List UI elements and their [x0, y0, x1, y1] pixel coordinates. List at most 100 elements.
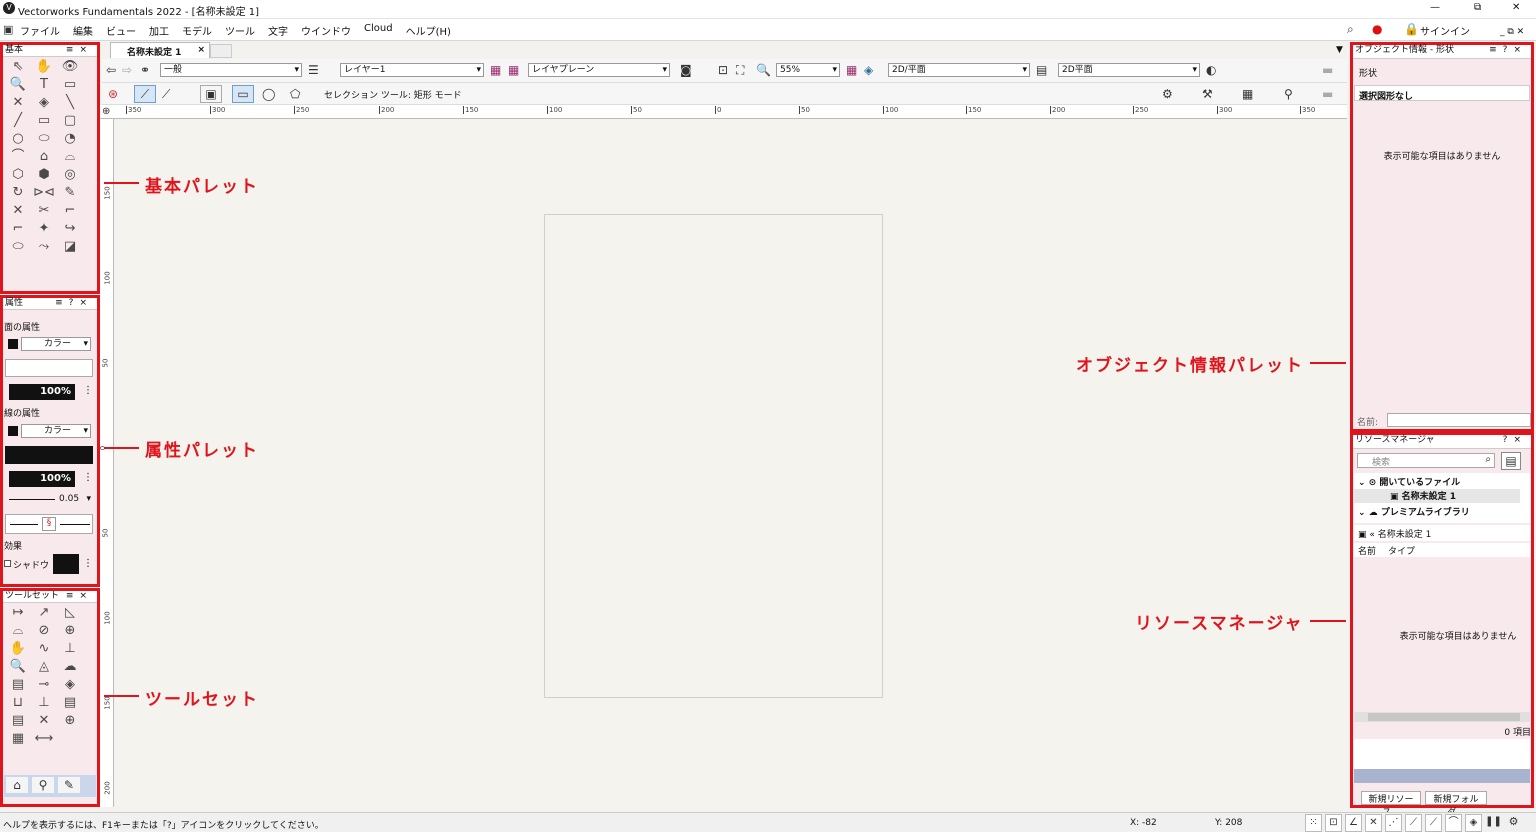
basic-tool-28-icon[interactable]: ✦	[31, 220, 57, 238]
collapse-bar-icon[interactable]: ▬	[1322, 62, 1333, 78]
settings-icon[interactable]: ⚙	[1162, 86, 1173, 102]
toolset-tool-5-icon[interactable]: ⊕	[57, 622, 83, 640]
menu-help[interactable]: ヘルプ(H)	[406, 23, 451, 38]
menu-file[interactable]: ファイル	[20, 23, 60, 38]
toolset-tool-10-icon[interactable]: ◬	[31, 658, 57, 676]
basic-tool-5-icon[interactable]: ▭	[57, 76, 83, 94]
basic-tool-20-icon[interactable]: ◎	[57, 166, 83, 184]
menu-text[interactable]: 文字	[268, 23, 288, 38]
basic-tool-2-icon[interactable]: 👁	[57, 58, 83, 76]
toolset-tool-19-icon[interactable]: ✕	[31, 712, 57, 730]
fill-opacity[interactable]: 100%	[9, 384, 75, 400]
zoom-icon[interactable]: 🔍	[756, 62, 771, 78]
fill-type-dropdown[interactable]: カラー	[21, 337, 91, 351]
shadow-checkbox[interactable]	[4, 560, 11, 567]
basic-tool-9-icon[interactable]: ╱	[5, 112, 31, 130]
toolset-tool-15-icon[interactable]: ⊔	[5, 694, 31, 712]
shape-tab[interactable]: 形状	[1359, 66, 1377, 79]
basic-tool-23-icon[interactable]: ✎	[57, 184, 83, 202]
snap-smart-icon[interactable]: ⋰	[1385, 814, 1402, 832]
palette-menu-icon[interactable]: ≡?×	[1489, 45, 1527, 56]
mode-icon-2[interactable]: ⟋	[162, 86, 170, 102]
palette-menu-icon[interactable]: ≡?×	[55, 298, 93, 309]
palette-menu-icon[interactable]: ≡×	[66, 45, 93, 56]
toolset-tool-2-icon[interactable]: ◺	[57, 604, 83, 622]
palette-menu-icon[interactable]: ≡×	[66, 591, 93, 602]
menu-modify[interactable]: 加工	[149, 23, 169, 38]
class-options-icon[interactable]: ▦	[508, 62, 519, 78]
drawing-canvas[interactable]	[115, 120, 1347, 807]
toolset-tool-1-icon[interactable]: ↗	[31, 604, 57, 622]
basic-tool-32-icon[interactable]: ◪	[57, 238, 83, 256]
shadow-color[interactable]	[53, 554, 79, 574]
snap-object-icon[interactable]: ⊡	[1325, 814, 1342, 832]
restore-button[interactable]: ⧉	[1474, 2, 1481, 13]
basic-tool-18-icon[interactable]: ⬡	[5, 166, 31, 184]
back-icon[interactable]: ⇦	[106, 62, 116, 78]
basic-tool-3-icon[interactable]: 🔍	[5, 76, 31, 94]
grid-options-icon[interactable]: ▦	[1242, 86, 1253, 102]
basic-tool-16-icon[interactable]: ⌂	[31, 148, 57, 166]
collapse-mode-icon[interactable]: ▬	[1322, 86, 1333, 102]
basic-tool-26-icon[interactable]: ⌐	[57, 202, 83, 220]
toolset-tool-21-icon[interactable]: ▦	[5, 730, 31, 748]
resource-search[interactable]: 検索 ⌕	[1357, 453, 1495, 468]
search-icon[interactable]: ⌕	[1485, 454, 1491, 465]
pen-type-dropdown[interactable]: カラー	[21, 424, 91, 438]
basic-tool-25-icon[interactable]: ✂	[31, 202, 57, 220]
toolset-tool-3-icon[interactable]: ⌓	[5, 622, 31, 640]
render-dropdown[interactable]: 2D平面	[1058, 63, 1200, 77]
snap-edge-icon[interactable]: ⟋	[1425, 814, 1442, 832]
fill-swatch[interactable]	[8, 339, 18, 349]
forward-icon[interactable]: ⇨	[122, 62, 132, 78]
new-resource-button[interactable]: 新規リソース...	[1361, 791, 1421, 818]
pick-icon[interactable]: ⚲	[1284, 86, 1293, 102]
line-weight-field[interactable]: 0.05 ▾	[5, 493, 93, 507]
menu-cloud[interactable]: Cloud	[364, 23, 393, 38]
snap-icon[interactable]: ⊛	[108, 86, 118, 102]
tab-overflow-icon[interactable]: ▼	[1336, 45, 1343, 55]
menu-view[interactable]: ビュー	[106, 23, 136, 38]
arrowhead-field[interactable]: §	[5, 514, 93, 534]
basic-tool-7-icon[interactable]: ◈	[31, 94, 57, 112]
basic-tool-14-icon[interactable]: ◔	[57, 130, 83, 148]
horizontal-scrollbar[interactable]	[1354, 712, 1530, 722]
basic-tool-30-icon[interactable]: ⬭	[5, 238, 31, 256]
signin-link[interactable]: サインイン	[1420, 23, 1470, 38]
view-icon[interactable]: ▦	[846, 62, 857, 78]
new-folder-button[interactable]: 新規フォルダ...	[1425, 791, 1487, 818]
mode-icon-3[interactable]: ▣	[200, 85, 222, 103]
basic-tool-4-icon[interactable]: T	[31, 76, 57, 94]
toolset-tool-12-icon[interactable]: ▤	[5, 676, 31, 694]
render-mode-icon[interactable]: ◙	[680, 62, 692, 78]
chevron-down-icon[interactable]: ▾	[86, 494, 91, 504]
toolset-tab-building-icon[interactable]: ⌂	[6, 777, 28, 793]
new-tab-button[interactable]	[210, 44, 232, 58]
basic-tool-19-icon[interactable]: ⬢	[31, 166, 57, 184]
view-toggle-icon[interactable]: ▤	[1501, 452, 1521, 470]
tree-item-document[interactable]: ▣ 名称未設定 1	[1354, 489, 1520, 503]
snap-distance-icon[interactable]: ⟋	[1405, 814, 1422, 832]
basic-tool-27-icon[interactable]: ⌐	[5, 220, 31, 238]
col-type[interactable]: タイプ	[1388, 544, 1415, 557]
menu-edit[interactable]: 編集	[73, 23, 93, 38]
projection-icon[interactable]: ◈	[864, 62, 873, 78]
notification-icon[interactable]: ●	[1372, 21, 1382, 37]
toolset-tool-14-icon[interactable]: ◈	[57, 676, 83, 694]
basic-tool-24-icon[interactable]: ✕	[5, 202, 31, 220]
col-name[interactable]: 名前	[1358, 544, 1376, 557]
basic-tool-11-icon[interactable]: ▢	[57, 112, 83, 130]
pen-opacity[interactable]: 100%	[9, 471, 75, 487]
tree-item-open-files[interactable]: ⌄ ⊙ 開いているファイル	[1358, 475, 1460, 488]
menu-window[interactable]: ウインドウ	[301, 23, 351, 38]
layer-dropdown[interactable]: レイヤー1	[340, 63, 484, 77]
toolset-tool-17-icon[interactable]: ▤	[57, 694, 83, 712]
toolset-tool-16-icon[interactable]: ⊥	[31, 694, 57, 712]
pause-icon[interactable]: ❚❚	[1485, 814, 1502, 832]
toolset-tool-4-icon[interactable]: ⊘	[31, 622, 57, 640]
tree-item-premium[interactable]: ⌄ ☁ プレミアムライブラリ	[1358, 505, 1470, 518]
basic-tool-0-icon[interactable]: ⇖	[5, 58, 31, 76]
basic-tool-31-icon[interactable]: ⤳	[31, 238, 57, 256]
pen-more-icon[interactable]: ⋮	[83, 472, 93, 483]
polygon-mode-icon[interactable]: ⬠	[290, 86, 300, 102]
